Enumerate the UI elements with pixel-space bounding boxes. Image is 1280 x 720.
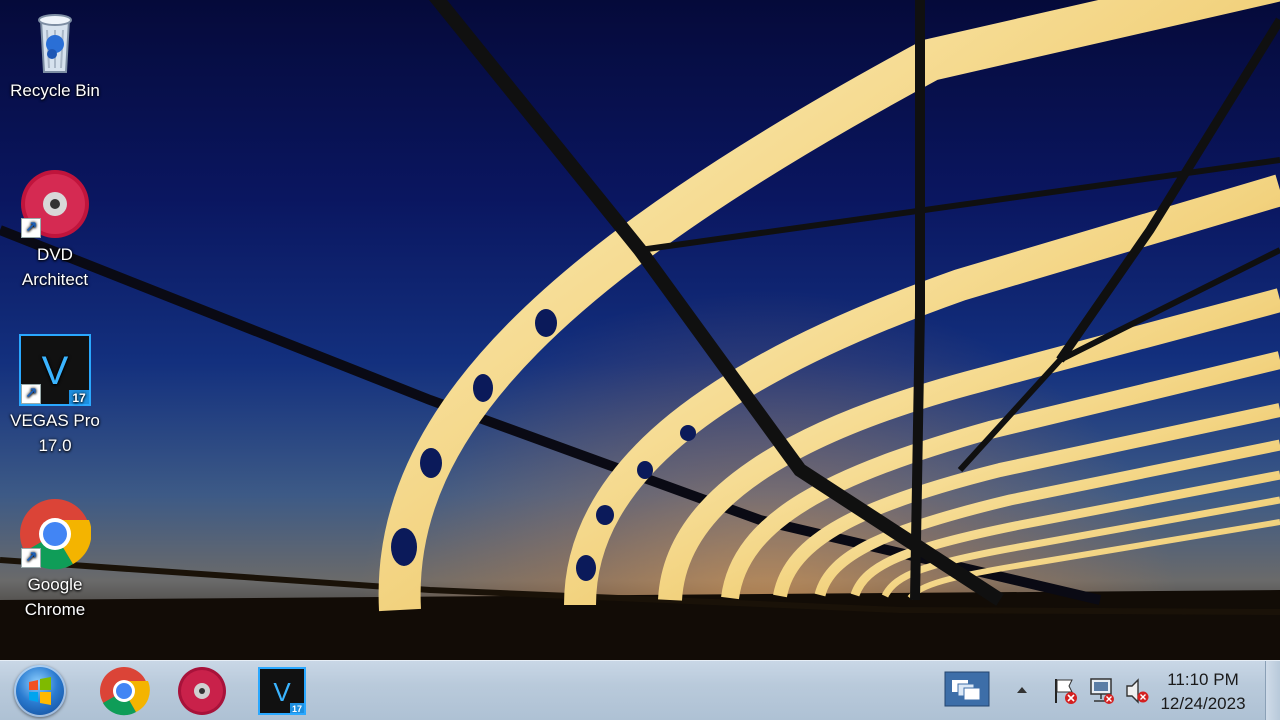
vegas-version-badge: 17 bbox=[292, 704, 302, 714]
taskbar-dvd-architect-button[interactable] bbox=[176, 665, 228, 717]
desktop-icon-dvd-architect[interactable]: ↗ DVD Architect bbox=[5, 168, 105, 292]
vegas-pro-icon: V 17 bbox=[258, 667, 306, 715]
network-icon bbox=[1090, 678, 1114, 704]
action-center-flag-icon bbox=[1055, 679, 1077, 704]
taskbar-chrome-button[interactable] bbox=[98, 665, 150, 717]
dvd-architect-icon: ↗ bbox=[19, 168, 91, 240]
taskbar: V 17 11:10 PM 12/24/2023 bbox=[0, 660, 1280, 720]
taskbar-vegas-pro-button[interactable]: V 17 bbox=[256, 665, 308, 717]
clock-time: 11:10 PM bbox=[1167, 670, 1239, 689]
vegas-letter: V bbox=[42, 349, 69, 393]
start-button[interactable] bbox=[14, 665, 66, 717]
clock-date: 12/24/2023 bbox=[1160, 694, 1246, 713]
desktop-icon-label: VEGAS Pro bbox=[10, 411, 100, 430]
desktop-icon-label: Recycle Bin bbox=[10, 81, 100, 100]
task-switcher[interactable] bbox=[944, 661, 994, 720]
shortcut-arrow-icon: ↗ bbox=[21, 384, 41, 404]
vegas-pro-icon: V 17 ↗ bbox=[19, 334, 91, 406]
desktop-icon-vegas-pro[interactable]: V 17 ↗ VEGAS Pro 17.0 bbox=[5, 334, 105, 458]
google-chrome-icon: ↗ bbox=[19, 498, 92, 570]
desktop-icon-label: Chrome bbox=[24, 600, 86, 619]
google-chrome-icon bbox=[100, 667, 150, 716]
desktop-icon-label: Architect bbox=[21, 270, 89, 289]
show-hidden-icons-arrow bbox=[1017, 687, 1027, 693]
shortcut-arrow-icon: ↗ bbox=[21, 548, 41, 568]
desktop-icon-label: 17.0 bbox=[38, 436, 72, 455]
vegas-version-badge: 17 bbox=[72, 391, 86, 405]
system-clock[interactable]: 11:10 PM 12/24/2023 bbox=[1148, 668, 1258, 716]
desktop-icon-label: DVD bbox=[37, 245, 73, 264]
bridge-arches-graphic bbox=[0, 0, 1280, 660]
shortcut-arrow-icon: ↗ bbox=[21, 218, 41, 238]
network-button[interactable] bbox=[1088, 661, 1118, 720]
desktop-wallpaper bbox=[0, 0, 1280, 660]
recycle-bin-icon bbox=[19, 4, 91, 76]
show-hidden-icons-button[interactable] bbox=[1014, 661, 1030, 720]
vegas-letter: V bbox=[273, 677, 291, 707]
desktop-icon-label: Google bbox=[27, 575, 83, 594]
task-switcher-icon bbox=[944, 671, 990, 707]
action-center-button[interactable] bbox=[1052, 661, 1080, 720]
desktop-icon-recycle-bin[interactable]: Recycle Bin bbox=[5, 4, 105, 103]
desktop-icon-google-chrome[interactable]: ↗ Google Chrome bbox=[5, 498, 105, 622]
show-desktop-button[interactable] bbox=[1265, 661, 1280, 720]
windows-start-icon bbox=[29, 677, 51, 705]
dvd-architect-icon bbox=[178, 667, 226, 715]
